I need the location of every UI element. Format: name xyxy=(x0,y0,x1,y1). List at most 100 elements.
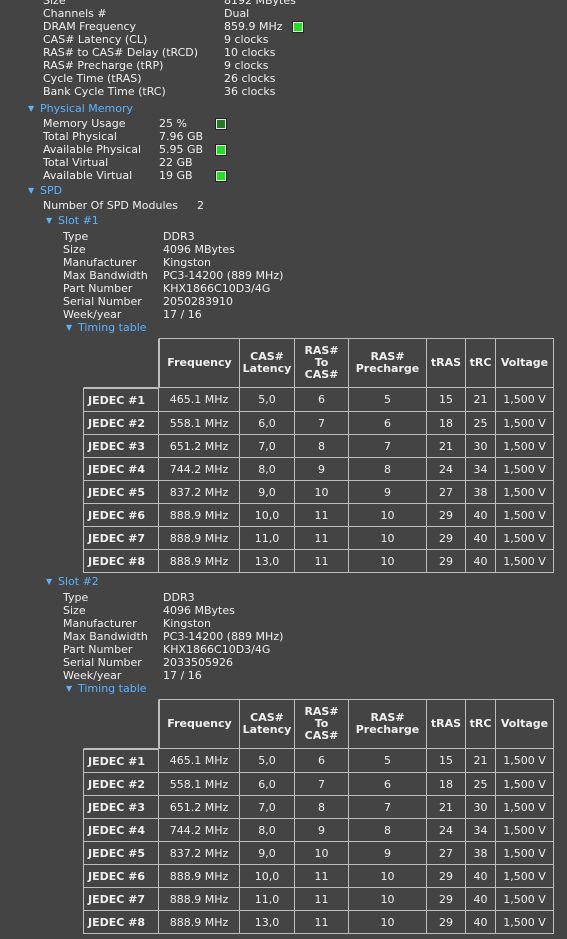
timing-cell: 21 xyxy=(427,796,466,819)
column-header-line: tRC xyxy=(469,717,492,730)
property-value: 22 GB xyxy=(159,156,193,169)
timing-cell: 1,500 V xyxy=(496,773,554,796)
timing-cell: 465.1 MHz xyxy=(159,388,240,412)
property-label: Size xyxy=(43,0,66,7)
collapse-arrow-icon: ▼ xyxy=(28,104,35,113)
column-header-line: CAS# xyxy=(304,729,339,742)
timing-row: JEDEC #3 651.2 MHz 7,0 8 7 21 30 1,500 V xyxy=(83,435,554,458)
row-label: JEDEC #3 xyxy=(83,796,159,819)
column-header: Frequency xyxy=(159,338,240,388)
timing-table-header-row: Frequency CAS# Latency RAS# To CAS# RAS# Precha… xyxy=(83,338,554,388)
timing-cell: 13,0 xyxy=(240,911,295,934)
timing-cell: 27 xyxy=(427,842,466,865)
timing-cell: 9 xyxy=(295,458,349,481)
collapse-arrow-icon: ▼ xyxy=(66,323,73,332)
timing-cell: 10 xyxy=(349,550,427,573)
property-value: 36 clocks xyxy=(224,85,276,98)
timing-cell: 1,500 V xyxy=(496,388,554,412)
property-label: Week/year xyxy=(63,308,122,321)
timing-cell: 6 xyxy=(349,773,427,796)
timing-cell: 5,0 xyxy=(240,388,295,412)
timing-cell: 888.9 MHz xyxy=(159,527,240,550)
column-header: Voltage xyxy=(496,338,554,388)
column-header: RAS# To CAS# xyxy=(295,338,349,388)
property-value: 10 clocks xyxy=(224,46,276,59)
timing-cell: 10,0 xyxy=(240,865,295,888)
property-value: 17 / 16 xyxy=(163,308,202,321)
status-led-icon xyxy=(215,144,227,156)
property-value: DDR3 xyxy=(163,230,195,243)
timing-cell: 1,500 V xyxy=(496,527,554,550)
timing-cell: 38 xyxy=(466,842,496,865)
column-header-line: Precharge xyxy=(355,362,420,375)
column-header-line: Frequency xyxy=(167,356,232,369)
timing-row: JEDEC #7 888.9 MHz 11,0 11 10 29 40 1,500 V xyxy=(83,527,554,550)
timing-cell: 558.1 MHz xyxy=(159,412,240,435)
timing-cell: 29 xyxy=(427,550,466,573)
property-value: 9 clocks xyxy=(224,33,269,46)
timing-cell: 34 xyxy=(466,458,496,481)
timing-cell: 6 xyxy=(295,749,349,773)
timing-cell: 5,0 xyxy=(240,749,295,773)
property-value: PC3-14200 (889 MHz) xyxy=(163,269,284,282)
timing-cell: 888.9 MHz xyxy=(159,550,240,573)
property-value: Kingston xyxy=(163,617,211,630)
timing-cell: 1,500 V xyxy=(496,842,554,865)
timing-cell: 8 xyxy=(349,458,427,481)
timing-cell: 24 xyxy=(427,458,466,481)
row-label: JEDEC #6 xyxy=(83,865,159,888)
timing-cell: 34 xyxy=(466,819,496,842)
property-value: 859.9 MHz xyxy=(224,20,283,33)
property-value: 2033505926 xyxy=(163,656,233,669)
timing-cell: 29 xyxy=(427,911,466,934)
timing-cell: 1,500 V xyxy=(496,435,554,458)
timing-cell: 15 xyxy=(427,388,466,412)
timing-cell: 7 xyxy=(349,796,427,819)
timing-cell: 10,0 xyxy=(240,504,295,527)
timing-cell: 11 xyxy=(295,865,349,888)
timing-cell: 11 xyxy=(295,504,349,527)
property-label: Type xyxy=(63,230,89,243)
timing-cell: 6,0 xyxy=(240,773,295,796)
timing-cell: 1,500 V xyxy=(496,481,554,504)
property-label: Total Physical xyxy=(43,130,117,143)
timing-cell: 9 xyxy=(349,842,427,865)
timing-cell: 40 xyxy=(466,888,496,911)
timing-cell: 7 xyxy=(295,412,349,435)
row-label: JEDEC #4 xyxy=(83,819,159,842)
timing-row: JEDEC #8 888.9 MHz 13,0 11 10 29 40 1,500 V xyxy=(83,911,554,934)
column-header-line: Latency xyxy=(242,723,292,736)
property-label: Manufacturer xyxy=(63,617,137,630)
column-header: tRC xyxy=(466,699,496,749)
column-header: RAS# To CAS# xyxy=(295,699,349,749)
timing-cell: 25 xyxy=(466,412,496,435)
timing-cell: 651.2 MHz xyxy=(159,435,240,458)
timing-cell: 21 xyxy=(466,388,496,412)
timing-cell: 40 xyxy=(466,527,496,550)
property-label: Available Virtual xyxy=(43,169,133,182)
timing-cell: 10 xyxy=(349,911,427,934)
timing-cell: 8,0 xyxy=(240,819,295,842)
property-label: Max Bandwidth xyxy=(63,630,148,643)
timing-cell: 30 xyxy=(466,796,496,819)
property-label: Part Number xyxy=(63,282,133,295)
timing-table-header-label: Timing table xyxy=(78,321,147,334)
timing-cell: 8 xyxy=(295,796,349,819)
timing-cell: 888.9 MHz xyxy=(159,888,240,911)
timing-cell: 1,500 V xyxy=(496,865,554,888)
row-label: JEDEC #5 xyxy=(83,481,159,504)
timing-cell: 558.1 MHz xyxy=(159,773,240,796)
timing-cell: 11 xyxy=(295,550,349,573)
timing-cell: 10 xyxy=(349,888,427,911)
timing-cell: 465.1 MHz xyxy=(159,749,240,773)
timing-cell: 8 xyxy=(349,819,427,842)
timing-cell: 1,500 V xyxy=(496,458,554,481)
property-label: Serial Number xyxy=(63,295,142,308)
status-led-icon xyxy=(292,21,304,33)
row-label: JEDEC #5 xyxy=(83,842,159,865)
timing-cell: 7,0 xyxy=(240,435,295,458)
property-label: Channels # xyxy=(43,7,107,20)
timing-cell: 38 xyxy=(466,481,496,504)
column-header-line: tRAS xyxy=(430,356,462,369)
property-label: Serial Number xyxy=(63,656,142,669)
